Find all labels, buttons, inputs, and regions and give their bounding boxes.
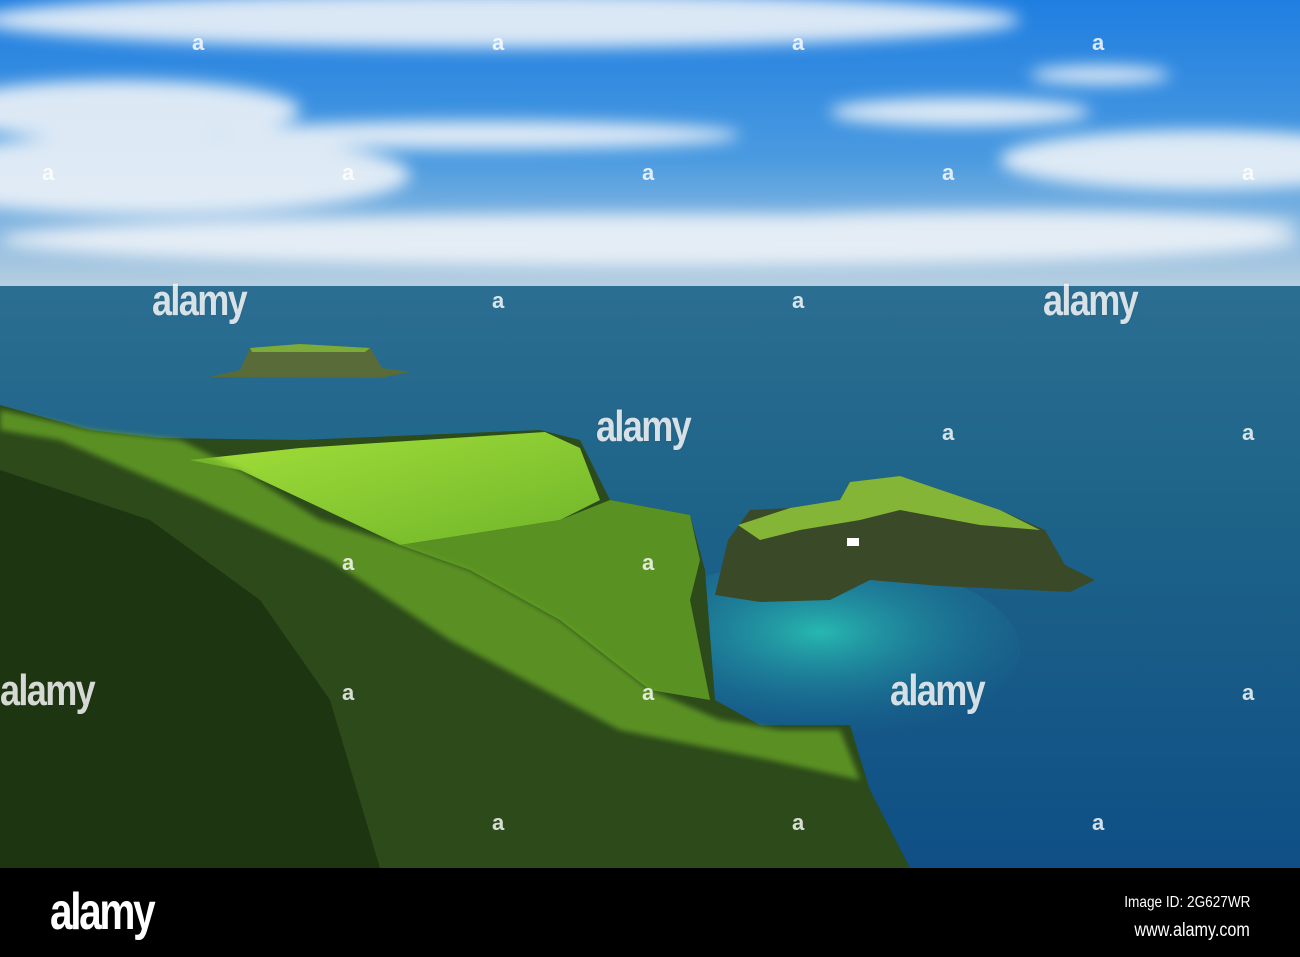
watermark-mark: a [792, 288, 805, 313]
watermark-mark: a [1092, 810, 1105, 835]
stock-photo: alamy alamy alamy alamy alamy a a a a a … [0, 0, 1300, 957]
watermark-mark: a [492, 810, 505, 835]
watermark-logo: alamy [0, 666, 96, 715]
watermark-mark: a [1242, 680, 1255, 705]
watermark-mark: a [792, 30, 805, 55]
watermark-mark: a [342, 160, 355, 185]
watermark-mark: a [792, 810, 805, 835]
watermark-mark: a [642, 680, 655, 705]
watermark-mark: a [42, 160, 55, 185]
watermark-mark: a [342, 550, 355, 575]
watermark-mark: a [342, 680, 355, 705]
footer-logo: alamy [50, 883, 156, 941]
watermark-mark: a [942, 160, 955, 185]
footer-bar: alamy Image ID: 2G627WR www.alamy.com [0, 868, 1300, 957]
watermark-mark: a [642, 550, 655, 575]
watermark-logo: alamy [596, 402, 692, 451]
watermark-logo: alamy [1043, 276, 1139, 325]
watermark-mark: a [492, 30, 505, 55]
watermark-mark: a [192, 30, 205, 55]
watermark-mark: a [942, 420, 955, 445]
watermark-mark: a [1092, 30, 1105, 55]
watermark-mark: a [642, 160, 655, 185]
watermark-mark: a [1242, 420, 1255, 445]
image-id: Image ID: 2G627WR [1123, 894, 1250, 911]
watermark-mark: a [1242, 160, 1255, 185]
watermark-mark: a [492, 288, 505, 313]
watermark-logo: alamy [152, 276, 248, 325]
site-url: www.alamy.com [1134, 920, 1250, 941]
watermark-logo: alamy [890, 666, 986, 715]
